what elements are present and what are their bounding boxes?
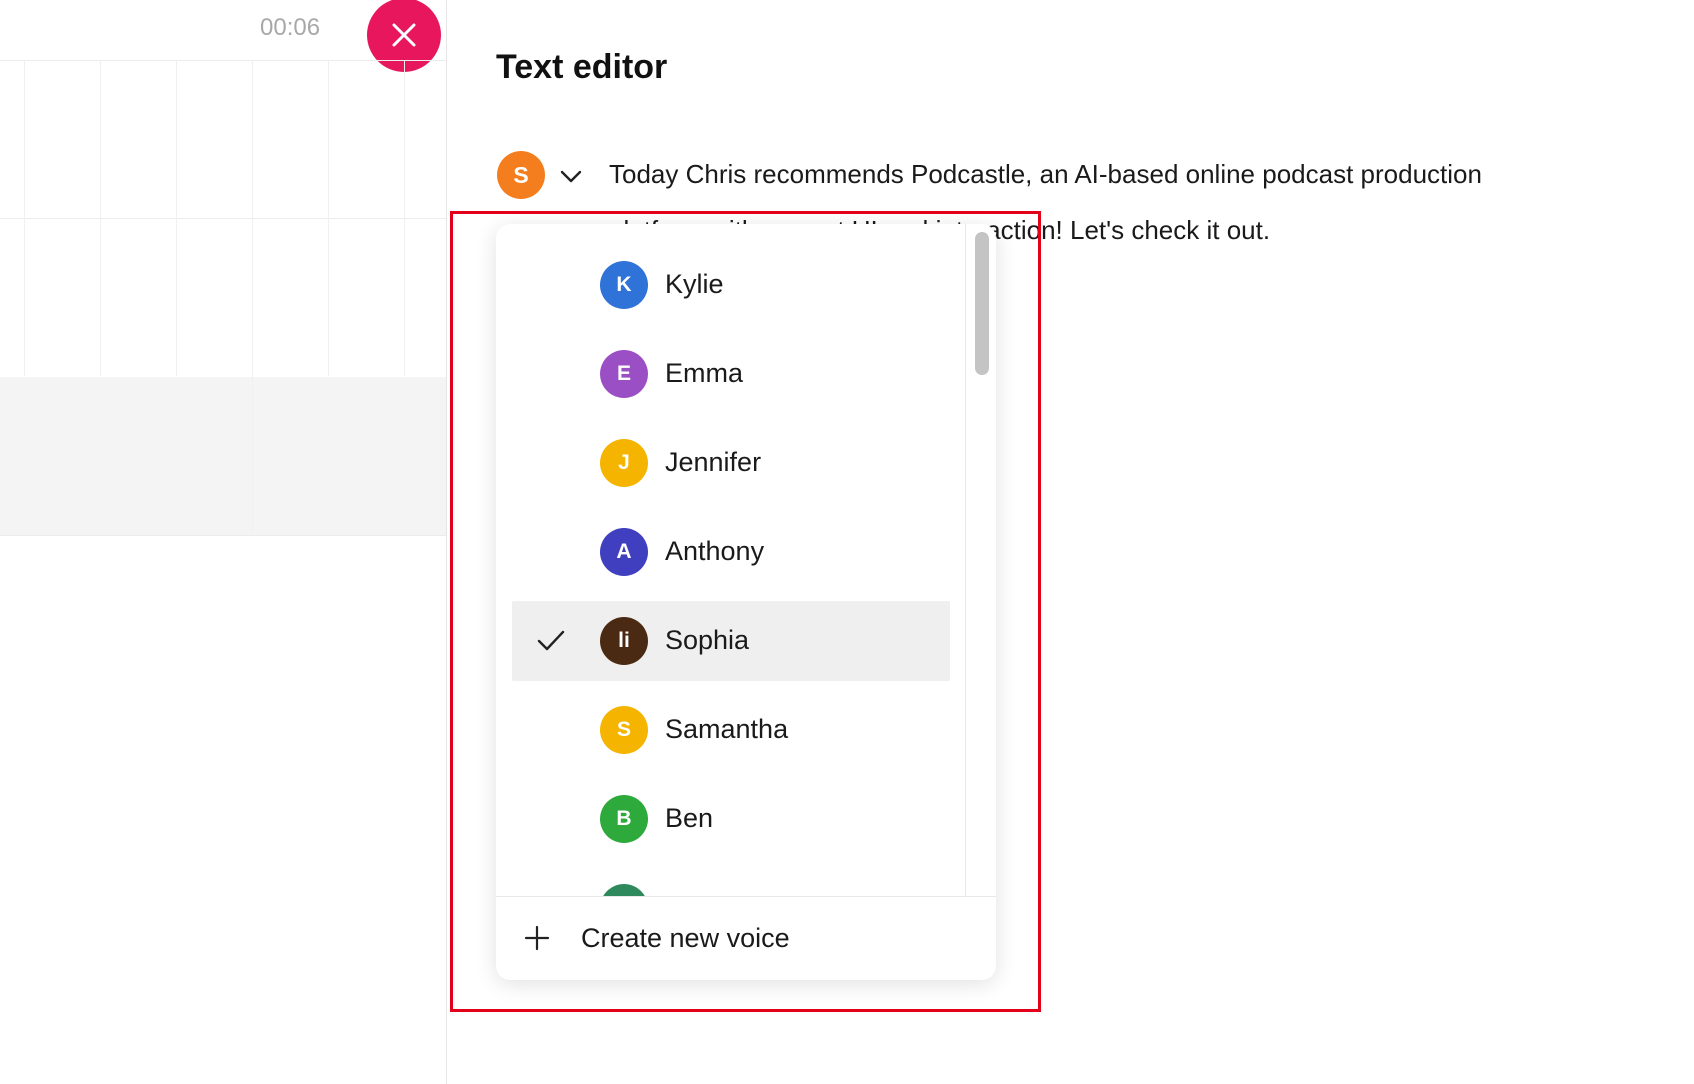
- chevron-down-icon[interactable]: [560, 170, 582, 184]
- editor-title: Text editor: [496, 48, 668, 86]
- timecode: 00:06: [260, 14, 321, 41]
- timeline-track[interactable]: [0, 377, 446, 536]
- annotation-highlight-box: [450, 211, 1041, 1012]
- timeline-panel: 00:06: [0, 0, 447, 1084]
- speaker-avatar[interactable]: S: [497, 151, 545, 199]
- timeline-grid: [0, 60, 446, 536]
- close-icon: [392, 23, 416, 47]
